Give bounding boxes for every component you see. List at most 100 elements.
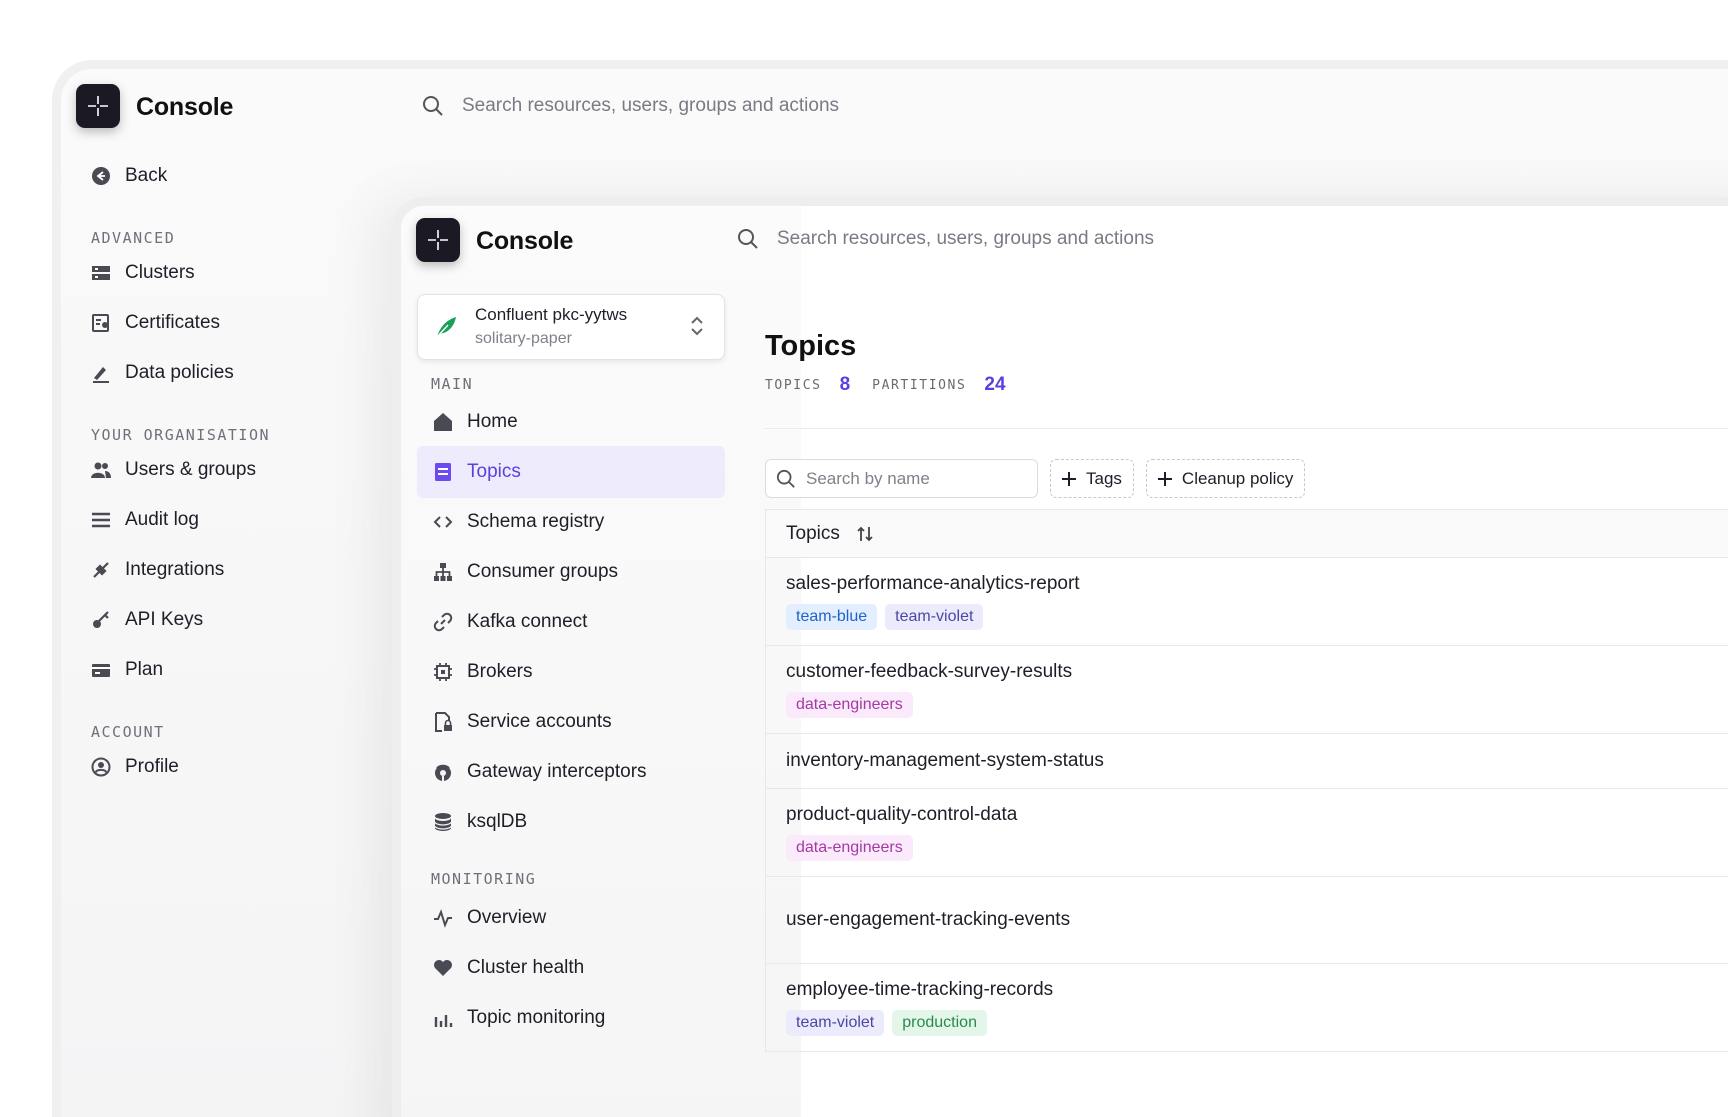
stat-topics-label: TOPICS	[765, 377, 822, 393]
tag-badge: data-engineers	[786, 835, 913, 861]
nav-topic-monitoring[interactable]: Topic monitoring	[417, 992, 725, 1044]
code-icon	[433, 512, 453, 532]
nav-certificates[interactable]: Certificates	[91, 312, 220, 334]
nav-plan[interactable]: Plan	[91, 659, 163, 681]
search-icon	[776, 469, 795, 488]
table-row[interactable]: customer-feedback-survey-results data-en…	[766, 646, 1728, 734]
tags-filter-button[interactable]: Tags	[1050, 459, 1134, 498]
section-main: MAIN	[431, 375, 474, 393]
tag-badge: team-violet	[786, 1010, 885, 1036]
table-header[interactable]: Topics	[766, 510, 1728, 558]
nav-users-groups-label: Users & groups	[125, 459, 256, 480]
stat-partitions-label: PARTITIONS	[872, 377, 967, 393]
filter-toolbar: Search by name Tags Cleanup policy	[765, 459, 1306, 498]
divider	[765, 428, 1728, 429]
tag-badge: team-blue	[786, 604, 878, 630]
global-search[interactable]: Search resources, users, groups and acti…	[422, 95, 839, 117]
nav-cluster-health[interactable]: Cluster health	[417, 942, 725, 994]
chevron-up-down-icon	[691, 316, 703, 336]
certificate-icon	[91, 313, 111, 333]
nav-overview[interactable]: Overview	[417, 892, 725, 944]
search-placeholder: Search resources, users, groups and acti…	[462, 95, 840, 116]
console-logo[interactable]	[76, 84, 120, 128]
search-icon	[423, 96, 443, 116]
tags-filter-label: Tags	[1086, 468, 1122, 488]
gateway-icon	[433, 762, 453, 782]
column-topics: Topics	[786, 522, 840, 544]
cluster-name: Confluent pkc-yytws	[475, 305, 628, 324]
nav-audit-log-label: Audit log	[125, 509, 199, 530]
nav-integrations-label: Integrations	[125, 559, 225, 580]
table-row[interactable]: user-engagement-tracking-events	[766, 877, 1728, 964]
inner-sidebar: Console Confluent pkc-yytws solitary-pap…	[401, 206, 801, 1117]
table-row[interactable]: product-quality-control-data data-engine…	[766, 789, 1728, 877]
nav-clusters-label: Clusters	[125, 262, 195, 283]
table-row[interactable]: sales-performance-analytics-report team-…	[766, 558, 1728, 646]
activity-icon	[433, 908, 453, 928]
nav-audit-log[interactable]: Audit log	[91, 509, 199, 531]
nav-users-groups[interactable]: Users & groups	[91, 459, 256, 481]
leaf-icon	[436, 317, 456, 338]
topic-name: sales-performance-analytics-report	[786, 573, 1080, 594]
topics-table: Topics sales-performance-analytics-repor…	[765, 509, 1728, 1052]
nav-ksqldb-label: ksqlDB	[467, 811, 528, 832]
nav-ksqldb[interactable]: ksqlDB	[417, 796, 725, 848]
global-search-inner[interactable]: Search resources, users, groups and acti…	[737, 228, 1154, 250]
nav-schema-registry[interactable]: Schema registry	[417, 496, 725, 548]
section-your-organisation: YOUR ORGANISATION	[91, 426, 271, 444]
pen-icon	[91, 363, 111, 383]
inner-window: Console Confluent pkc-yytws solitary-pap…	[392, 197, 1728, 1117]
nav-profile-label: Profile	[125, 756, 179, 777]
nav-clusters[interactable]: Clusters	[91, 262, 195, 284]
nav-data-policies[interactable]: Data policies	[91, 362, 234, 384]
search-icon	[738, 229, 758, 249]
nav-kafka-connect[interactable]: Kafka connect	[417, 596, 725, 648]
cluster-selector[interactable]: Confluent pkc-yytws solitary-paper	[417, 294, 725, 360]
section-account: ACCOUNT	[91, 723, 165, 741]
nav-api-keys-label: API Keys	[125, 609, 204, 630]
nav-plan-label: Plan	[125, 659, 164, 680]
topic-name: user-engagement-tracking-events	[786, 909, 1071, 930]
nav-api-keys[interactable]: API Keys	[91, 609, 203, 631]
console-logo-inner[interactable]	[416, 218, 460, 262]
nav-overview-label: Overview	[467, 907, 547, 928]
brand-name: Console	[136, 93, 234, 121]
cleanup-policy-filter-label: Cleanup policy	[1181, 468, 1294, 488]
nav-gateway-interceptors[interactable]: Gateway interceptors	[417, 746, 725, 798]
sparkle-icon	[88, 96, 108, 116]
sort-icon[interactable]	[856, 525, 874, 543]
nav-data-policies-label: Data policies	[125, 362, 234, 383]
cleanup-policy-filter-button[interactable]: Cleanup policy	[1145, 459, 1306, 498]
tag-badge: team-violet	[885, 604, 984, 630]
nav-integrations[interactable]: Integrations	[91, 559, 224, 581]
nav-profile[interactable]: Profile	[91, 756, 179, 778]
arrow-left-circle-icon	[91, 166, 111, 186]
tag-badge: production	[892, 1010, 987, 1036]
heart-icon	[433, 958, 453, 978]
nav-consumer-groups[interactable]: Consumer groups	[417, 546, 725, 598]
home-icon	[433, 412, 453, 432]
server-icon	[91, 263, 111, 283]
nav-topics[interactable]: Topics	[417, 446, 725, 498]
search-placeholder-inner: Search resources, users, groups and acti…	[777, 228, 1155, 249]
page-title: Topics	[765, 330, 857, 362]
nav-service-accounts[interactable]: Service accounts	[417, 696, 725, 748]
name-search-input[interactable]: Search by name	[765, 459, 1038, 498]
topic-name: product-quality-control-data	[786, 804, 1018, 825]
nav-home[interactable]: Home	[417, 396, 725, 448]
table-row[interactable]: employee-time-tracking-records team-viol…	[766, 964, 1728, 1052]
topic-name: employee-time-tracking-records	[786, 979, 1054, 1000]
nav-brokers[interactable]: Brokers	[417, 646, 725, 698]
topic-name: customer-feedback-survey-results	[786, 661, 1073, 682]
nav-kafka-connect-label: Kafka connect	[467, 611, 588, 632]
stats-bar: TOPICS 8 PARTITIONS 24	[765, 374, 1028, 396]
file-lock-icon	[433, 712, 453, 732]
key-icon	[91, 610, 111, 630]
plus-icon	[1062, 471, 1076, 486]
back-button[interactable]: Back	[91, 165, 167, 187]
nav-topic-monitoring-label: Topic monitoring	[467, 1007, 606, 1028]
tag-badge: data-engineers	[786, 692, 913, 718]
table-row[interactable]: inventory-management-system-status	[766, 734, 1728, 789]
nav-service-accounts-label: Service accounts	[467, 711, 612, 732]
nav-certificates-label: Certificates	[125, 312, 221, 333]
